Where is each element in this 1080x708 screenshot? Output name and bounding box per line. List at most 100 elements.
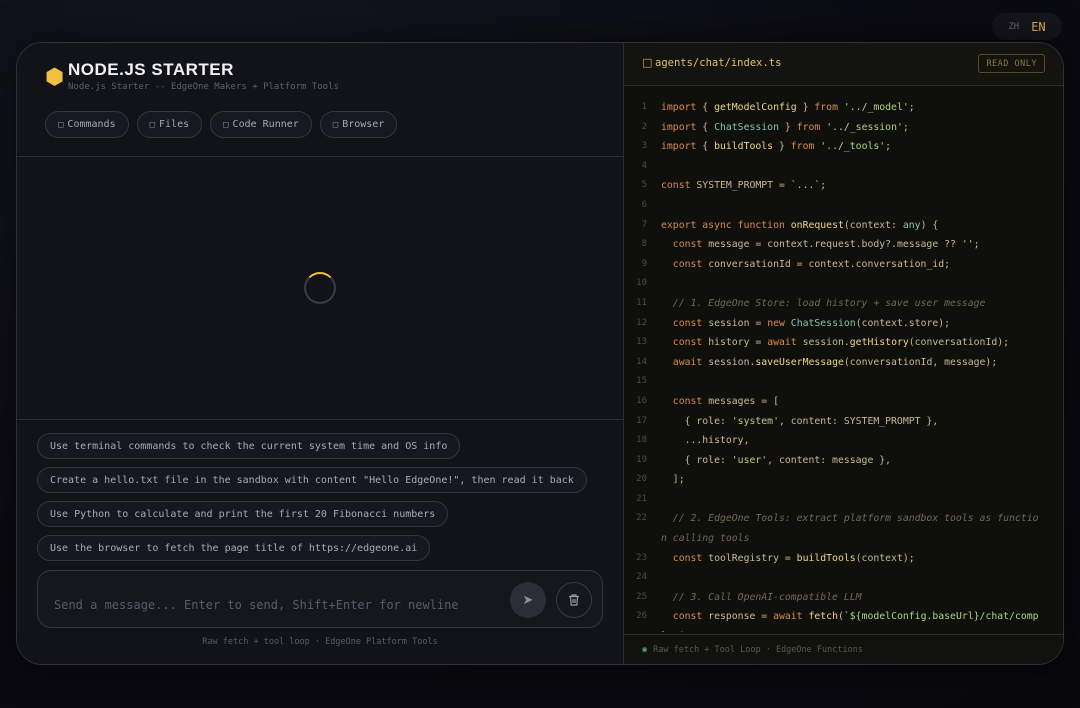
code-text: const response = await fetch(`${modelCon… <box>661 611 1039 632</box>
code-line: 18 ...history, <box>624 431 1063 451</box>
code-line: 7 export async function onRequest(context… <box>624 216 1063 236</box>
code-line: 11 // 1. EdgeOne Store: load history + s… <box>624 294 1063 314</box>
loading-spinner-icon <box>304 272 336 304</box>
chat-footer-note: Raw fetch + tool loop · EdgeOne Platform… <box>202 637 438 647</box>
line-number: 7 <box>641 219 647 230</box>
code-line: 12 const session = new ChatSession(conte… <box>624 314 1063 334</box>
read-only-badge: READ ONLY <box>978 54 1045 73</box>
code-text: // 3. Call OpenAI-compatible LLM <box>672 591 862 603</box>
code-line: 6 <box>624 196 1063 216</box>
line-number: 23 <box>636 552 647 563</box>
tab-browser[interactable]: □ Browser <box>319 111 398 138</box>
line-number: 18 <box>636 435 647 446</box>
lang-zh-option[interactable]: ZH <box>1008 22 1019 32</box>
send-button[interactable]: ➤ <box>510 582 546 618</box>
code-line: 20 ]; <box>624 470 1063 490</box>
code-line: 19 { role: 'user', content: message }, <box>624 451 1063 471</box>
line-number: 4 <box>641 160 647 171</box>
code-text: await session.saveUserMessage(conversati… <box>672 356 998 368</box>
code-line: 10 <box>624 274 1063 294</box>
page-title: NODE.JS STARTER <box>68 60 234 79</box>
line-number: 24 <box>636 572 647 583</box>
code-line: 17 { role: 'system', content: SYSTEM_PRO… <box>624 412 1063 432</box>
code-line: 4 <box>624 157 1063 177</box>
code-text: export async function onRequest(context:… <box>661 219 939 231</box>
clear-button[interactable] <box>556 582 592 618</box>
lang-en-option[interactable]: EN <box>1031 20 1045 34</box>
code-line: 3 import { buildTools } from '../_tools'; <box>624 137 1063 157</box>
code-text: // 2. EdgeOne Tools: extract platform sa… <box>661 513 1039 545</box>
terminal-icon: □ <box>58 119 64 130</box>
code-text: ...history, <box>661 435 750 447</box>
tab-commands[interactable]: □ Commands <box>45 111 129 138</box>
tab-label: Code Runner <box>232 119 299 130</box>
code-text: const messages = [ <box>672 395 779 407</box>
code-text: const message = context.request.body?.me… <box>672 239 980 251</box>
app-window: ⬢ NODE.JS STARTER Node.js Starter -- Edg… <box>16 42 1064 665</box>
language-toggle[interactable]: ZH EN <box>992 13 1062 40</box>
code-viewer[interactable]: 1 import { getModelConfig } from '../_mod… <box>624 98 1063 632</box>
line-number: 13 <box>636 337 647 348</box>
line-number: 20 <box>636 474 647 485</box>
message-area <box>17 157 623 419</box>
code-text: { role: 'system', content: SYSTEM_PROMPT… <box>661 415 939 427</box>
node-logo-icon: ⬢ <box>45 65 65 90</box>
page-subtitle: Node.js Starter -- EdgeOne Makers + Plat… <box>68 82 339 92</box>
code-text: const toolRegistry = buildTools(context)… <box>672 552 915 564</box>
code-line: 25 // 3. Call OpenAI-compatible LLM <box>624 588 1063 608</box>
line-number: 8 <box>641 239 647 250</box>
tab-files[interactable]: □ Files <box>136 111 203 138</box>
code-line: 13 const history = await session.getHist… <box>624 333 1063 353</box>
tool-tabs: □ Commands □ Files □ Code Runner □ Brows… <box>45 111 398 138</box>
line-number: 25 <box>636 591 647 602</box>
line-number: 15 <box>636 376 647 387</box>
code-line: 1 import { getModelConfig } from '../_mod… <box>624 98 1063 118</box>
code-footer-text: Raw fetch + Tool Loop · EdgeOne Function… <box>653 644 863 655</box>
tab-code-runner[interactable]: □ Code Runner <box>210 111 312 138</box>
code-panel: □ agents/chat/index.ts READ ONLY 1 import… <box>624 43 1063 664</box>
line-number: 16 <box>636 395 647 406</box>
code-file-header: □ agents/chat/index.ts READ ONLY <box>624 43 1063 86</box>
code-line: 23 const toolRegistry = buildTools(conte… <box>624 549 1063 569</box>
code-text: const SYSTEM_PROMPT = `...`; <box>661 180 827 192</box>
suggestion-chip[interactable]: Use the browser to fetch the page title … <box>37 535 431 561</box>
code-line: 16 const messages = [ <box>624 392 1063 412</box>
line-number: 14 <box>636 356 647 367</box>
code-line: 8 const message = context.request.body?.… <box>624 235 1063 255</box>
suggestion-chip[interactable]: Use terminal commands to check the curre… <box>37 433 461 459</box>
code-line: 22 // 2. EdgeOne Tools: extract platform… <box>624 509 1063 548</box>
code-text: { role: 'user', content: message }, <box>661 454 892 466</box>
code-text: import { getModelConfig } from '../_mode… <box>661 102 915 113</box>
code-icon: □ <box>223 119 229 130</box>
send-icon: ➤ <box>522 592 534 608</box>
trash-icon <box>569 594 579 606</box>
tab-label: Files <box>159 119 190 130</box>
code-line: 14 await session.saveUserMessage(convers… <box>624 353 1063 373</box>
composer-area: Use terminal commands to check the curre… <box>17 419 623 664</box>
line-number: 12 <box>636 317 647 328</box>
suggestion-chip[interactable]: Use Python to calculate and print the fi… <box>37 501 449 527</box>
message-input[interactable] <box>54 595 494 615</box>
line-number: 17 <box>636 415 647 426</box>
line-number: 11 <box>636 297 647 308</box>
code-line: 2 import { ChatSession } from '../_sessio… <box>624 118 1063 138</box>
code-footer: ◉ Raw fetch + Tool Loop · EdgeOne Functi… <box>624 634 1063 664</box>
suggestion-chip[interactable]: Create a hello.txt file in the sandbox w… <box>37 467 587 493</box>
code-text: import { buildTools } from '../_tools'; <box>661 141 892 153</box>
message-composer: ➤ <box>37 570 603 628</box>
file-icon: □ <box>149 119 156 130</box>
line-number: 21 <box>636 493 647 504</box>
code-text: // 1. EdgeOne Store: load history + save… <box>672 297 986 309</box>
chat-panel: ⬢ NODE.JS STARTER Node.js Starter -- Edg… <box>17 43 624 664</box>
line-number: 5 <box>641 180 647 191</box>
line-number: 6 <box>641 199 647 210</box>
tab-label: Browser <box>342 119 385 130</box>
code-line: 21 <box>624 490 1063 510</box>
code-text: const session = new ChatSession(context.… <box>672 317 951 329</box>
code-line: 9 const conversationId = context.convers… <box>624 255 1063 275</box>
file-path: agents/chat/index.ts <box>655 57 782 69</box>
